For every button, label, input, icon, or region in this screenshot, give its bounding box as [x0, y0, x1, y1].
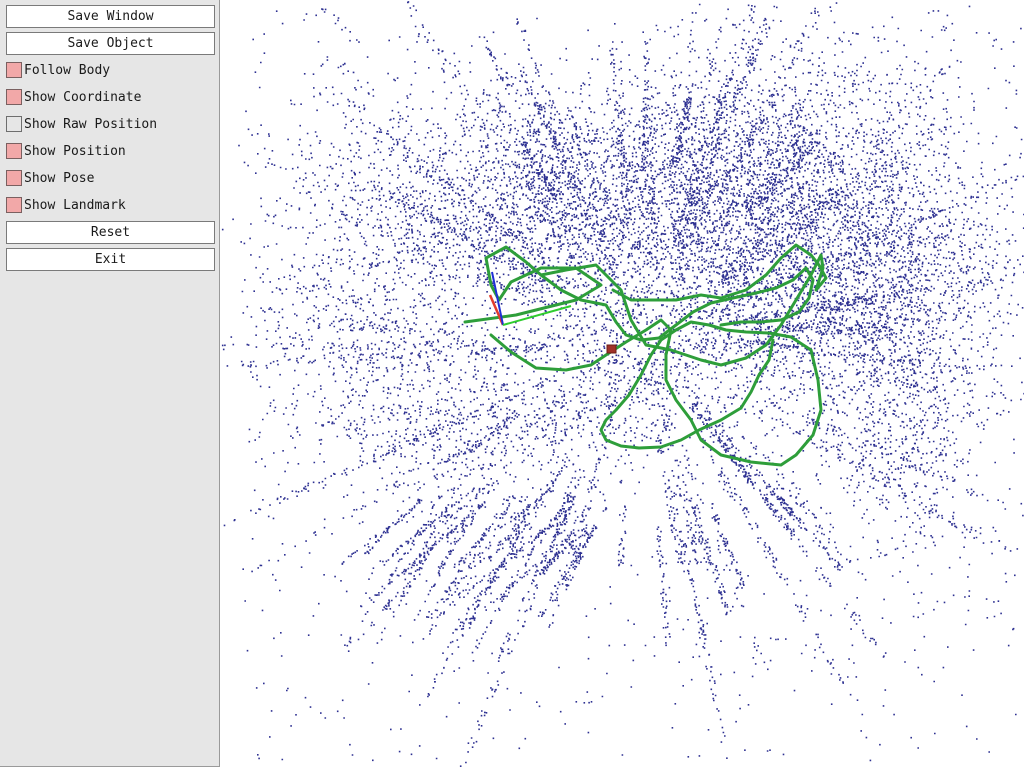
reset-button[interactable]: Reset [6, 221, 215, 244]
show-position-label: Show Position [24, 144, 126, 159]
exit-button[interactable]: Exit [6, 248, 215, 271]
show-pose-label: Show Pose [24, 171, 95, 186]
save-window-button[interactable]: Save Window [6, 5, 215, 28]
show-landmark-checkbox-icon[interactable] [6, 197, 22, 213]
show-raw-position-toggle[interactable]: Show Raw Position [6, 115, 215, 135]
map-canvas[interactable] [221, 0, 1024, 768]
control-panel: Save Window Save Object Follow Body Show… [0, 0, 220, 767]
show-landmark-label: Show Landmark [24, 198, 126, 213]
show-pose-checkbox-icon[interactable] [6, 170, 22, 186]
show-position-checkbox-icon[interactable] [6, 143, 22, 159]
save-object-button[interactable]: Save Object [6, 32, 215, 55]
follow-body-label: Follow Body [24, 63, 111, 78]
landmark-points [221, 1, 1024, 767]
show-coordinate-checkbox-icon[interactable] [6, 89, 22, 105]
show-raw-position-label: Show Raw Position [24, 117, 158, 132]
trajectory-loop-lower [489, 318, 823, 467]
landmark-point-cloud [221, 1, 1024, 767]
follow-body-toggle[interactable]: Follow Body [6, 61, 215, 81]
show-landmark-toggle[interactable]: Show Landmark [6, 196, 215, 216]
show-position-toggle[interactable]: Show Position [6, 142, 215, 162]
trajectory-path [463, 243, 828, 467]
show-coordinate-toggle[interactable]: Show Coordinate [6, 88, 215, 108]
pangolin-viewer-window: Save Window Save Object Follow Body Show… [0, 0, 1024, 768]
current-position-marker-icon [606, 344, 617, 354]
show-coordinate-label: Show Coordinate [24, 90, 142, 105]
3d-map-viewport[interactable] [221, 0, 1024, 768]
follow-body-checkbox-icon[interactable] [6, 62, 22, 78]
show-pose-toggle[interactable]: Show Pose [6, 169, 215, 189]
show-raw-position-checkbox-icon[interactable] [6, 116, 22, 132]
